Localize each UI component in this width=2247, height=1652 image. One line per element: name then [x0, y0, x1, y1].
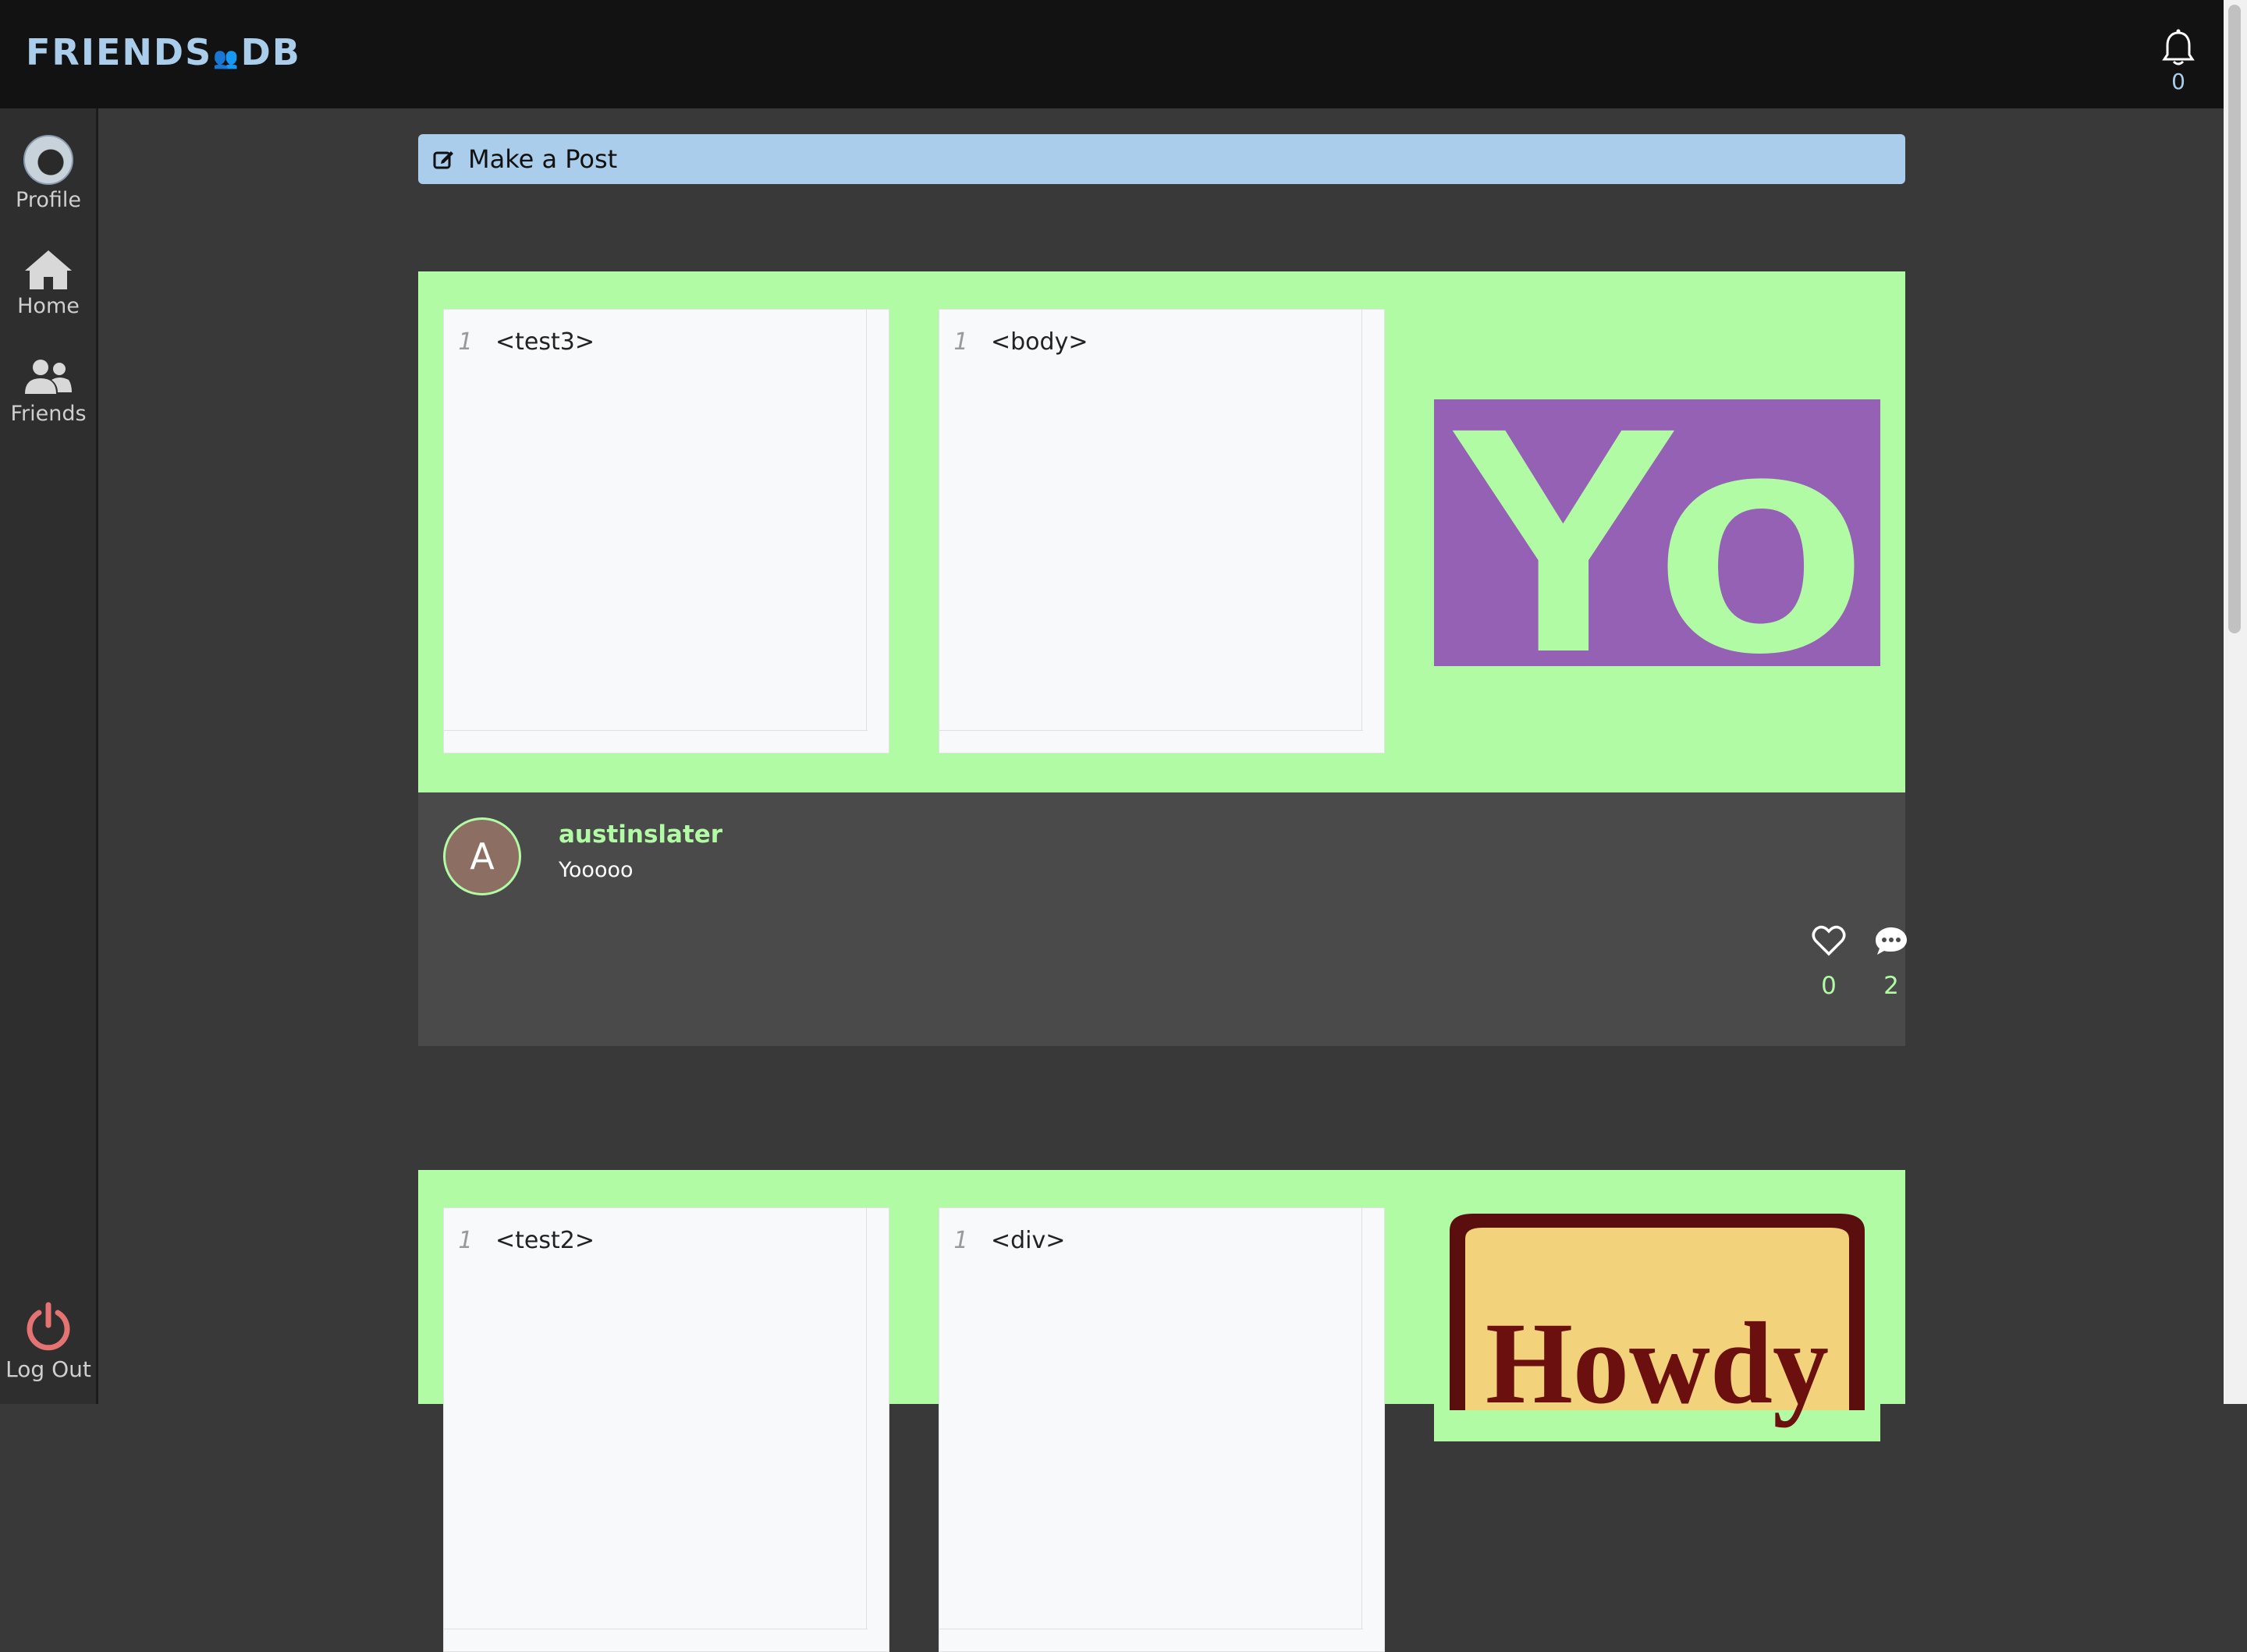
post-preview: 1 <test3> 1 <body> Yo [418, 271, 1905, 792]
logout-button[interactable]: Log Out [0, 1302, 97, 1382]
post-preview: 1 <test2> 1 <div> Howdy [418, 1170, 1905, 1652]
logo-text-left: FRIENDS [26, 31, 213, 73]
notification-count: 0 [2171, 69, 2185, 94]
notifications-button[interactable]: 0 [2153, 28, 2203, 94]
post-image-text: Howdy [1486, 1299, 1829, 1428]
post-card: 1 <test2> 1 <div> Howdy [418, 1170, 1905, 1652]
code-text: <div> [991, 1227, 1066, 1254]
like-count: 0 [1821, 972, 1837, 1000]
sidebar-item-label: Friends [10, 402, 87, 426]
html-editor[interactable]: 1 <test2> [443, 1207, 889, 1652]
post-image: Howdy [1434, 1207, 1880, 1441]
logout-label: Log Out [5, 1356, 91, 1382]
scrollbar-thumb[interactable] [2228, 5, 2241, 633]
css-editor[interactable]: 1 <div> [939, 1207, 1385, 1652]
post-footer: A austinslater Yooooo 0 2 [418, 792, 1907, 1046]
home-icon [25, 250, 72, 289]
css-editor[interactable]: 1 <body> [939, 309, 1385, 753]
line-number: 1 [458, 328, 473, 356]
logo-text-right: DB [240, 31, 301, 73]
post-image-text: Yo [1447, 399, 1868, 666]
code-text: <test2> [495, 1227, 595, 1254]
edit-icon [433, 151, 453, 169]
people-icon: 👥 [213, 47, 240, 70]
app-logo[interactable]: FRIENDS👥DB [26, 31, 301, 73]
line-number: 1 [458, 1227, 473, 1254]
profile-avatar [23, 135, 73, 185]
friends-icon [25, 360, 72, 394]
code-text: <test3> [495, 328, 595, 356]
post-caption: Yooooo [559, 858, 634, 882]
sidebar-item-profile[interactable]: Profile [0, 135, 97, 212]
sidebar-item-home[interactable]: Home [0, 247, 97, 318]
like-button[interactable]: 0 [1805, 925, 1852, 1000]
comment-count: 2 [1883, 972, 1899, 1000]
sidebar-item-label: Home [17, 294, 80, 318]
heart-icon [1812, 925, 1846, 956]
post-image: Yo [1434, 399, 1880, 666]
comment-button[interactable]: 2 [1868, 925, 1915, 1000]
bell-icon [2162, 29, 2195, 66]
line-number: 1 [953, 328, 968, 356]
author-avatar[interactable]: A [443, 817, 521, 895]
make-post-button[interactable]: Make a Post [418, 134, 1905, 184]
comment-icon [1876, 927, 1907, 955]
code-text: <body> [991, 328, 1088, 356]
make-post-label: Make a Post [468, 144, 618, 174]
author-name[interactable]: austinslater [559, 821, 722, 849]
sidebar: Profile Home Friends Log Out [0, 108, 98, 1404]
power-icon [27, 1302, 70, 1351]
sidebar-item-friends[interactable]: Friends [0, 358, 97, 426]
top-navbar: FRIENDS👥DB 0 [0, 0, 2224, 108]
post-card: 1 <test3> 1 <body> Yo A austinslater Yoo… [418, 271, 1907, 1046]
line-number: 1 [953, 1227, 968, 1254]
html-editor[interactable]: 1 <test3> [443, 309, 889, 753]
sidebar-item-label: Profile [16, 188, 81, 212]
